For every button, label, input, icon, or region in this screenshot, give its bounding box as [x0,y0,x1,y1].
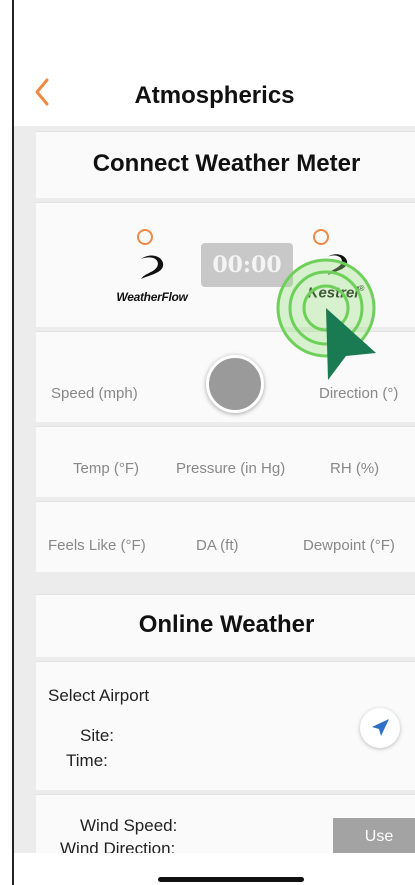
nav-bar: Atmospherics [14,64,415,126]
dewpoint-label: Dewpoint (°F) [303,537,395,554]
time-label: Time: [66,751,108,770]
wind-speed-label: Wind Speed: [80,816,178,835]
airport-card: Select Airport Site: Time: [36,661,415,790]
online-heading: Online Weather [138,611,315,638]
pressure-label: Pressure (in Hg) [176,460,286,477]
weatherflow-radio[interactable] [137,229,153,245]
use-button[interactable]: Use [333,818,415,856]
rh-label: RH (%) [330,460,380,477]
online-heading-card: Online Weather [36,594,415,657]
locate-button[interactable] [360,708,400,748]
speed-label: Speed (mph) [51,385,138,402]
tap-cursor [276,258,386,383]
site-label: Site: [80,726,115,745]
home-indicator[interactable] [158,877,304,882]
select-airport-button[interactable]: Select Airport [48,686,149,706]
da-label: DA (ft) [196,537,239,554]
cursor-pointer-icon [276,258,376,380]
kestrel-radio[interactable] [313,229,329,245]
weatherflow-label: WeatherFlow [116,290,188,304]
connect-heading-card: Connect Weather Meter [36,131,415,198]
weatherflow-logo[interactable]: WeatherFlow [106,251,198,307]
record-button[interactable] [206,355,264,413]
page-title: Atmospherics [134,82,295,109]
app-frame: Atmospherics Connect Weather Meter Weath… [12,0,415,885]
weatherflow-swoosh-icon [141,255,164,279]
location-arrow-icon [372,719,389,736]
direction-label: Direction (°) [319,385,399,402]
connect-heading: Connect Weather Meter [92,150,361,177]
temp-label: Temp (°F) [73,460,139,477]
home-bar [14,853,415,885]
status-bar [14,0,415,64]
feels-like-label: Feels Like (°F) [48,537,146,554]
atmo-readings-card: Temp (°F) Pressure (in Hg) RH (%) [36,426,415,497]
derived-readings-card: Feels Like (°F) DA (ft) Dewpoint (°F) [36,501,415,572]
